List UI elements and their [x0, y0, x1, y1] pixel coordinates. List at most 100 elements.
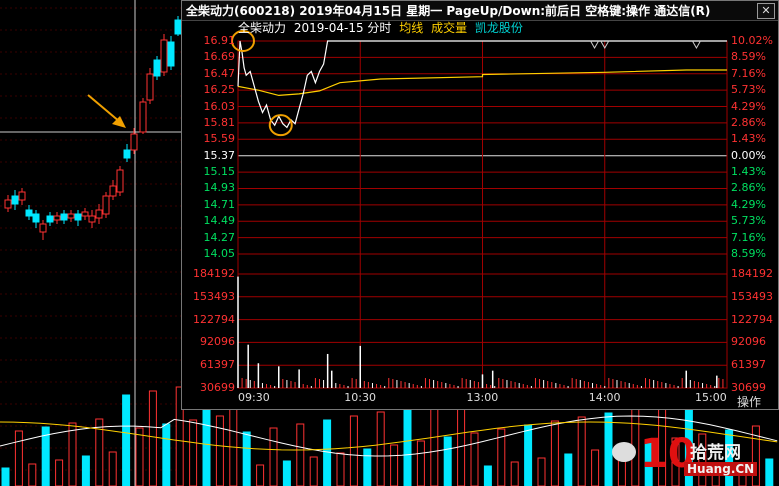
percent-tick-label: 4.29%: [731, 197, 766, 211]
price-tick-label: 14.49: [203, 214, 236, 228]
bg-volume-bar: [215, 415, 224, 486]
bg-volume-bar: [242, 431, 251, 486]
bg-volume-bar: [483, 465, 492, 486]
price-tick-label: 16.47: [203, 66, 236, 80]
bg-candle-body: [32, 213, 40, 223]
percent-tick-label: 8.59%: [731, 247, 766, 260]
percent-tick-label: 0.00%: [731, 148, 766, 162]
bg-volume-bar: [108, 451, 117, 486]
bg-volume-bar: [510, 461, 519, 486]
price-tick-label: 15.81: [203, 115, 236, 129]
price-tick-label: 15.15: [203, 165, 236, 179]
bg-candle-body: [130, 133, 138, 151]
intraday-chart[interactable]: [182, 21, 778, 409]
percent-tick-label: 10.02%: [731, 34, 773, 47]
bg-candle-body: [39, 223, 47, 233]
bg-candle-body: [46, 215, 54, 223]
bg-candle-body: [4, 199, 12, 209]
percent-tick-label: 1.43%: [731, 165, 766, 179]
bg-volume-bar: [122, 394, 131, 486]
bg-candle-body: [18, 191, 26, 201]
price-tick-label: 14.05: [203, 247, 236, 260]
bg-volume-bar: [135, 427, 144, 486]
bg-candle-body: [74, 213, 82, 221]
watermark-domain: Huang.CN: [684, 462, 758, 476]
price-tick-label: 14.27: [203, 230, 236, 244]
watermark-cn: 拾荒网: [690, 443, 741, 463]
window-title: 全柴动力(600218) 2019年04月15日 星期一 PageUp/Down…: [182, 1, 778, 21]
caption-stock: 全柴动力: [238, 21, 287, 35]
caption-volume-legend[interactable]: 成交量: [431, 21, 467, 35]
bg-volume-bar: [564, 453, 573, 486]
chart-caption: 全柴动力 2019-04-15 分时 均线 成交量 凯龙股份: [238, 21, 527, 35]
bg-volume-bar: [443, 436, 452, 486]
price-tick-label: 14.93: [203, 181, 236, 195]
bg-volume-bar: [416, 440, 425, 486]
volume-tick-label-right: 61397: [731, 358, 766, 372]
bg-volume-bar: [390, 444, 399, 486]
wechat-icon: [612, 442, 636, 462]
percent-tick-label: 5.73%: [731, 83, 766, 97]
volume-tick-label-right: 153493: [731, 289, 773, 303]
bg-candle-body: [146, 73, 154, 101]
bg-volume-bar: [403, 407, 412, 486]
bg-volume-bar: [68, 422, 77, 486]
volume-tick-label-right: 92096: [731, 335, 766, 349]
bg-volume-bar: [604, 412, 613, 486]
limit-touch-mark: [692, 40, 701, 50]
caption-avg-legend[interactable]: 均线: [399, 21, 423, 35]
caption-date: 2019-04-15 分时: [293, 21, 392, 35]
bg-volume-bar: [537, 457, 546, 486]
bg-candle-body: [153, 59, 161, 77]
bg-candle-body: [67, 213, 75, 219]
operate-button[interactable]: 操作: [737, 393, 761, 410]
caption-compare-legend[interactable]: 凯龙股份: [475, 21, 523, 35]
percent-tick-label: 1.43%: [731, 132, 766, 146]
volume-tick-label: 30699: [200, 381, 235, 394]
intraday-popup-window[interactable]: 全柴动力(600218) 2019年04月15日 星期一 PageUp/Down…: [181, 0, 779, 410]
bg-candle-body: [95, 209, 103, 219]
limit-touch-mark: [590, 40, 599, 50]
watermark-logo: 10 拾荒网 Huang.CN: [612, 432, 777, 484]
percent-tick-label: 7.16%: [731, 66, 766, 80]
bg-candle-body: [102, 195, 110, 215]
bg-volume-bar: [524, 424, 533, 486]
bg-candle-body: [81, 211, 89, 217]
volume-tick-label: 153493: [193, 289, 235, 303]
bg-volume-bar: [336, 452, 345, 486]
arrow-shaft: [87, 94, 121, 123]
percent-tick-label: 8.59%: [731, 50, 766, 64]
bg-volume-bar: [323, 419, 332, 486]
bg-volume-bar: [269, 427, 278, 486]
percent-tick-label: 5.73%: [731, 214, 766, 228]
price-tick-label: 16.25: [203, 83, 236, 97]
time-tick-label: 14:00: [588, 391, 621, 404]
bg-volume-bar: [309, 456, 318, 486]
percent-tick-label: 2.86%: [731, 115, 766, 129]
volume-tick-label: 122794: [193, 312, 235, 326]
bg-candle-body: [167, 41, 175, 67]
bg-volume-bar: [376, 411, 385, 486]
price-tick-label: 15.37: [203, 148, 236, 162]
bg-volume-bar: [1, 467, 10, 486]
bg-volume-bar: [457, 399, 466, 486]
volume-tick-label-right: 184192: [731, 267, 773, 280]
bg-candle-body: [88, 215, 96, 223]
bg-volume-bar: [14, 430, 23, 486]
bg-candle-body: [160, 39, 168, 73]
price-tick-label: 16.91: [203, 34, 236, 47]
volume-tick-label: 92096: [200, 335, 235, 349]
bg-volume-bar: [55, 459, 64, 486]
time-tick-label: 15:00: [695, 391, 727, 404]
bg-volume-bar: [577, 416, 586, 486]
bg-volume-bar: [148, 390, 157, 486]
bg-candle-body: [109, 185, 117, 197]
bg-candle-body: [11, 195, 19, 205]
bg-candle-body: [25, 209, 33, 217]
bg-volume-bar: [189, 419, 198, 486]
bg-candle-body: [53, 215, 61, 221]
bg-volume-bar: [81, 455, 90, 486]
bg-volume-bar: [256, 464, 265, 486]
bg-volume-bar: [296, 423, 305, 486]
close-icon[interactable]: ✕: [757, 3, 775, 19]
